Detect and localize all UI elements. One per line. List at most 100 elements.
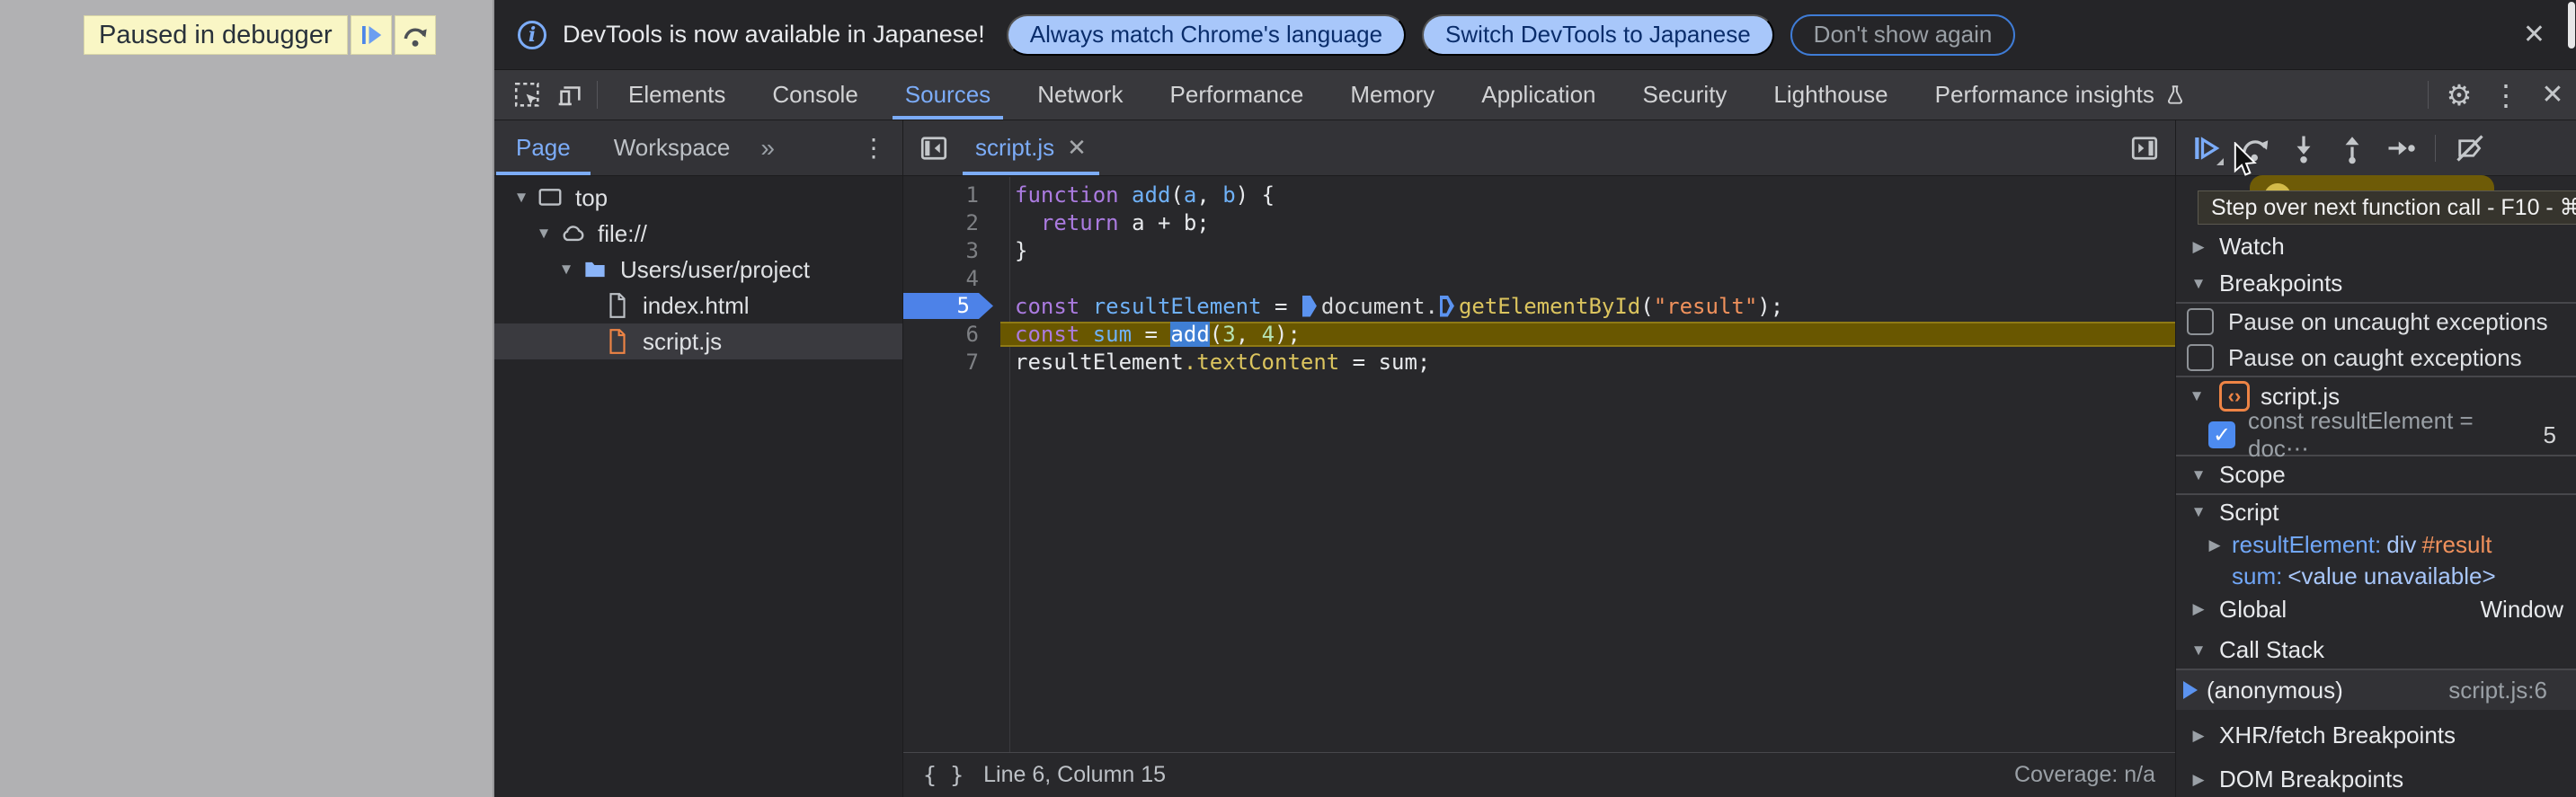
token: return: [1040, 209, 1133, 235]
editor-tab-script-js[interactable]: script.js ✕: [955, 120, 1106, 175]
section-breakpoints[interactable]: ▼ Breakpoints: [2176, 265, 2576, 302]
breakpoint-marker[interactable]: 5: [903, 293, 993, 319]
dont-show-again-button[interactable]: Don't show again: [1790, 13, 2016, 56]
inline-breakpoint-set-icon[interactable]: [1301, 295, 1317, 317]
tab-performance[interactable]: Performance: [1147, 70, 1328, 120]
more-tabs-icon[interactable]: »: [751, 134, 784, 163]
tab-network[interactable]: Network: [1014, 70, 1146, 120]
inspect-element-icon[interactable]: [507, 70, 548, 120]
tab-performance-insights[interactable]: Performance insights: [1912, 70, 2210, 120]
resume-button[interactable]: [2183, 125, 2230, 172]
tab-memory[interactable]: Memory: [1327, 70, 1458, 120]
tree-item-index-html[interactable]: index.html: [494, 288, 902, 323]
expander-icon[interactable]: ▼: [554, 261, 579, 279]
tree-item-script-js[interactable]: script.js: [494, 323, 902, 359]
checkbox[interactable]: [2187, 344, 2214, 371]
resume-icon: [361, 26, 381, 44]
navigator-menu-icon[interactable]: ⋮: [845, 133, 902, 163]
expander-icon[interactable]: ▶: [2203, 536, 2226, 554]
section-dom-breakpoints[interactable]: ▶ DOM Breakpoints: [2176, 761, 2576, 797]
step-button[interactable]: [2377, 125, 2424, 172]
collapse-debugger-sidebar-icon[interactable]: [2123, 132, 2166, 164]
always-match-language-button[interactable]: Always match Chrome's language: [1006, 13, 1407, 56]
resume-script-button[interactable]: [350, 15, 392, 55]
code-editor[interactable]: 1 function add(a, b) {2 return a + b; 3} 4 5…: [903, 177, 2175, 752]
breakpoint-entry[interactable]: ✓ const resultElement = doc⋯ 5: [2176, 407, 2576, 462]
code-line-6[interactable]: 6 const sum = add(3, 4);: [903, 320, 2175, 348]
breakpoint-checkbox[interactable]: ✓: [2208, 421, 2235, 448]
global-object-label: Window: [2480, 595, 2563, 623]
devtools-menu-icon[interactable]: ⋮: [2483, 70, 2529, 120]
token: const: [1015, 293, 1093, 319]
tab-lighthouse[interactable]: Lighthouse: [1750, 70, 1911, 120]
section-call-stack[interactable]: ▼ Call Stack: [2176, 632, 2576, 669]
code-line-1[interactable]: 1 function add(a, b) {: [903, 181, 2175, 208]
code-line-4[interactable]: 4: [903, 264, 2175, 292]
code-line-7[interactable]: 7 resultElement.textContent = sum;: [903, 348, 2175, 376]
expander-icon: ▼: [2190, 465, 2207, 483]
expander-icon: ▶: [2192, 237, 2205, 255]
token: (: [1209, 321, 1223, 347]
breakpoint-line-number: 5: [2543, 421, 2556, 448]
code-line-3[interactable]: 3}: [903, 236, 2175, 264]
navigator-tabstrip: Page Workspace » ⋮: [494, 120, 902, 176]
tab-label: Security: [1642, 81, 1728, 108]
editor-tab-close-icon[interactable]: ✕: [1067, 134, 1087, 162]
call-stack-frame[interactable]: (anonymous) script.js:6: [2176, 670, 2576, 710]
step-into-button[interactable]: [2280, 125, 2327, 172]
step-out-button[interactable]: [2329, 125, 2376, 172]
tab-console[interactable]: Console: [749, 70, 881, 120]
tab-elements[interactable]: Elements: [605, 70, 749, 120]
device-toolbar-icon[interactable]: [548, 70, 590, 120]
line-number[interactable]: 7: [903, 350, 1000, 375]
section-xhr-fetch-breakpoints[interactable]: ▶ XHR/fetch Breakpoints: [2176, 717, 2576, 754]
tab-application[interactable]: Application: [1458, 70, 1619, 120]
scope-script-group[interactable]: ▼ Script: [2176, 495, 2576, 529]
editor-statusbar: { } Line 6, Column 15 Coverage: n/a: [903, 752, 2175, 797]
tab-page[interactable]: Page: [494, 120, 592, 175]
scope-group-label: Global: [2219, 595, 2287, 623]
line-number[interactable]: 3: [903, 238, 1000, 263]
tab-workspace[interactable]: Workspace: [592, 120, 752, 175]
deactivate-breakpoints-button[interactable]: [2447, 125, 2493, 172]
scope-variable-sum[interactable]: sum: <value unavailable>: [2176, 561, 2576, 592]
tab-label: Console: [772, 81, 858, 108]
infobar-close-icon[interactable]: ✕: [2516, 18, 2553, 52]
expander-icon[interactable]: ▼: [531, 225, 556, 243]
checkbox-row-pause-on-caught-exceptions[interactable]: Pause on caught exceptions: [2176, 340, 2576, 376]
tab-sources[interactable]: Sources: [882, 70, 1014, 120]
section-label: Breakpoints: [2219, 270, 2343, 297]
scope-variable-resultelement[interactable]: ▶ resultElement: div #result: [2176, 529, 2576, 561]
token: const: [1015, 321, 1093, 347]
section-watch[interactable]: ▶ Watch: [2176, 228, 2576, 265]
line-number[interactable]: 6: [903, 322, 1000, 347]
line-number[interactable]: 2: [903, 210, 1000, 235]
switch-to-japanese-button[interactable]: Switch DevTools to Japanese: [1422, 13, 1774, 56]
scope-global-group[interactable]: ▶ Global Window: [2176, 592, 2576, 626]
debugger-toolbar: [2176, 120, 2576, 176]
checkbox[interactable]: [2187, 308, 2214, 335]
tree-item-label: top: [575, 183, 608, 211]
tree-item-file[interactable]: ▼ file://: [494, 216, 902, 252]
inline-breakpoint-candidate-icon[interactable]: [1439, 295, 1454, 317]
section-label: Scope: [2219, 461, 2286, 488]
code-line-5[interactable]: 5 const resultElement = document. getEleme…: [903, 292, 2175, 320]
tree-item-users-user-project[interactable]: ▼ Users/user/project: [494, 252, 902, 288]
step-over-icon: [404, 28, 427, 47]
tab-security[interactable]: Security: [1620, 70, 1751, 120]
step-over-overlay-button[interactable]: [394, 15, 436, 55]
code-text: return a + b;: [1000, 210, 2175, 235]
tree-item-top[interactable]: ▼ top: [494, 180, 902, 216]
variable-name: resultElement:: [2232, 531, 2382, 558]
collapse-navigator-icon[interactable]: [912, 132, 955, 164]
settings-gear-icon[interactable]: ⚙: [2436, 70, 2483, 120]
expander-icon[interactable]: ▼: [509, 189, 534, 207]
checkbox-row-pause-on-uncaught-exceptions[interactable]: Pause on uncaught exceptions: [2176, 304, 2576, 340]
expander-icon: ▼: [2190, 641, 2207, 659]
code-line-2[interactable]: 2 return a + b;: [903, 208, 2175, 236]
line-number[interactable]: 1: [903, 182, 1000, 208]
tab-label: Sources: [904, 81, 991, 108]
line-number[interactable]: 4: [903, 266, 1000, 291]
devtools-close-icon[interactable]: ✕: [2529, 70, 2576, 120]
pretty-print-icon[interactable]: { }: [923, 762, 964, 788]
